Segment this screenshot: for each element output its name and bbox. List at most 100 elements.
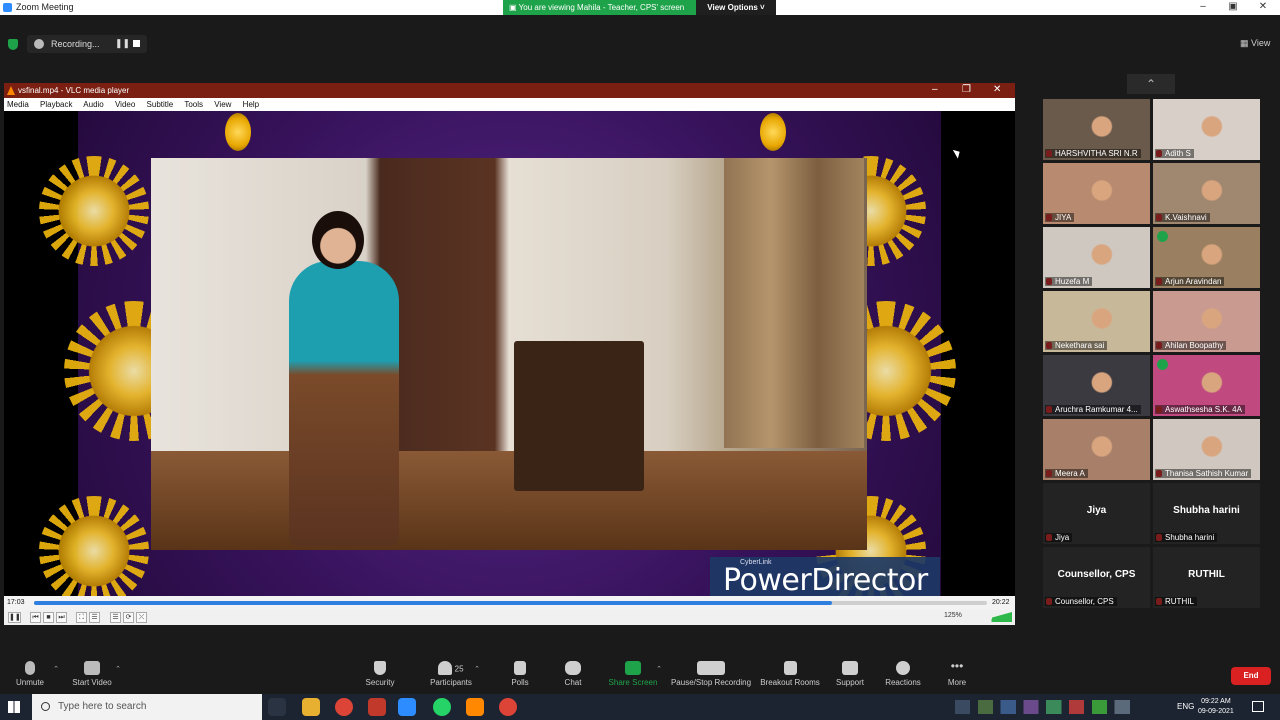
- participant-display-name: RUTHIL: [1188, 569, 1225, 580]
- participants-button[interactable]: 25 Participants ⌃: [416, 661, 486, 687]
- participant-tile[interactable]: JIYA: [1043, 163, 1150, 224]
- vlc-minimize-icon[interactable]: –: [932, 84, 938, 95]
- taskbar-search-input[interactable]: Type here to search: [32, 694, 262, 720]
- dancer-head: [312, 211, 364, 269]
- menu-tools[interactable]: Tools: [184, 100, 203, 109]
- participant-name: Nekethara sai: [1045, 341, 1108, 350]
- previous-icon[interactable]: ⏮: [30, 612, 41, 623]
- shuffle-icon[interactable]: ⤫: [136, 612, 147, 623]
- shield-icon[interactable]: [8, 39, 18, 50]
- share-screen-button[interactable]: Share Screen ⌃: [598, 661, 668, 687]
- participant-name: K.Vaishnavi: [1155, 213, 1210, 222]
- mouse-cursor-icon: [952, 147, 963, 159]
- playlist-icon[interactable]: ☰: [110, 612, 121, 623]
- fullscreen-icon[interactable]: ⛶: [76, 612, 87, 623]
- menu-playback[interactable]: Playback: [40, 100, 72, 109]
- minimize-icon[interactable]: –: [1188, 1, 1218, 12]
- vlc-window: vsfinal.mp4 - VLC media player – ❐ ✕ Med…: [4, 83, 1015, 625]
- unmute-button[interactable]: Unmute ⌃: [0, 661, 65, 687]
- participant-display-name: Shubha harini: [1173, 505, 1240, 516]
- recording-button-label: Pause/Stop Recording: [670, 678, 752, 687]
- start-video-button[interactable]: Start Video ⌃: [57, 661, 127, 687]
- participant-name: HARSHVITHA SRI N.R: [1045, 149, 1141, 158]
- watermark-text: PowerDirector: [723, 563, 928, 596]
- vlc-close-icon[interactable]: ✕: [993, 84, 1001, 95]
- participant-name: Arjun Aravindan: [1155, 277, 1225, 286]
- participant-name: Aswathsesha S.K. 4A: [1155, 405, 1245, 414]
- view-options-button[interactable]: View Options ˅: [696, 0, 776, 15]
- participant-tile[interactable]: Huzefa M: [1043, 227, 1150, 288]
- participant-tile[interactable]: Counsellor, CPS Counsellor, CPS: [1043, 547, 1150, 608]
- stop-icon[interactable]: ■: [43, 612, 54, 623]
- participant-tile[interactable]: Shubha harini Shubha harini: [1153, 483, 1260, 544]
- support-icon: [842, 661, 858, 675]
- participant-tile[interactable]: Meera A: [1043, 419, 1150, 480]
- video-area[interactable]: CyberLink PowerDirector: [4, 111, 1015, 596]
- participant-tile[interactable]: K.Vaishnavi: [1153, 163, 1260, 224]
- chevron-up-icon[interactable]: ⌃: [115, 665, 121, 673]
- participant-tile[interactable]: Ahilan Boopathy: [1153, 291, 1260, 352]
- participants-count: 25: [454, 664, 464, 674]
- end-meeting-button[interactable]: End: [1231, 667, 1271, 685]
- participant-tile[interactable]: Nekethara sai: [1043, 291, 1150, 352]
- system-tray-icons[interactable]: [955, 700, 1145, 714]
- loop-icon[interactable]: ⟳: [123, 612, 134, 623]
- volume-slider[interactable]: [976, 612, 1012, 622]
- viewing-text: You are viewing Mahila - Teacher, CPS' s…: [518, 3, 685, 12]
- stop-recording-icon[interactable]: [133, 40, 140, 47]
- close-icon[interactable]: ✕: [1248, 1, 1278, 12]
- participant-tile[interactable]: Jiya Jiya: [1043, 483, 1150, 544]
- participant-tile[interactable]: HARSHVITHA SRI N.R: [1043, 99, 1150, 160]
- windows-start-icon[interactable]: [8, 701, 20, 713]
- language-indicator[interactable]: ENG: [1177, 702, 1194, 711]
- seek-slider[interactable]: [34, 601, 987, 605]
- participant-tile[interactable]: Adith S: [1153, 99, 1260, 160]
- next-icon[interactable]: ⏭: [56, 612, 67, 623]
- vlc-restore-icon[interactable]: ❐: [962, 84, 971, 95]
- muted-mic-icon: [25, 661, 35, 675]
- menu-video[interactable]: Video: [115, 100, 135, 109]
- start-video-label: Start Video: [72, 678, 112, 687]
- participant-tile[interactable]: RUTHIL RUTHIL: [1153, 547, 1260, 608]
- search-icon: [41, 702, 50, 711]
- file-explorer-icon[interactable]: [302, 698, 320, 716]
- notification-icon[interactable]: [1252, 701, 1264, 712]
- chat-icon: [565, 661, 581, 675]
- participant-name: Meera A: [1045, 469, 1088, 478]
- participant-name: Thanisa Sathish Kumar: [1155, 469, 1252, 478]
- extended-settings-icon[interactable]: ☰: [89, 612, 100, 623]
- taskbar-clock[interactable]: 09:22 AM 09-09-2021: [1198, 697, 1234, 717]
- view-button[interactable]: ▦ View: [1240, 38, 1270, 49]
- play-pause-icon[interactable]: ❚❚: [8, 612, 21, 623]
- participant-tile[interactable]: Arjun Aravindan: [1153, 227, 1260, 288]
- security-button[interactable]: Security: [345, 661, 415, 687]
- participant-tile[interactable]: Aruchra Ramkumar 4...: [1043, 355, 1150, 416]
- zoom-taskbar-icon[interactable]: [398, 698, 416, 716]
- chevron-up-icon[interactable]: ⌃: [474, 665, 480, 673]
- chrome-icon[interactable]: [335, 698, 353, 716]
- pause-stop-recording-button[interactable]: Pause/Stop Recording: [668, 661, 754, 687]
- menu-help[interactable]: Help: [243, 100, 259, 109]
- participant-tile[interactable]: Aswathsesha S.K. 4A: [1153, 355, 1260, 416]
- breakout-rooms-label: Breakout Rooms: [760, 678, 820, 687]
- clock-time: 09:22 AM: [1201, 698, 1231, 705]
- chrome-icon[interactable]: [499, 698, 517, 716]
- pause-recording-icon[interactable]: ❚❚: [115, 38, 130, 49]
- participant-tile[interactable]: Thanisa Sathish Kumar: [1153, 419, 1260, 480]
- unmute-label: Unmute: [15, 678, 44, 687]
- app-icon[interactable]: [368, 698, 386, 716]
- vlc-taskbar-icon[interactable]: [466, 698, 484, 716]
- menu-subtitle[interactable]: Subtitle: [147, 100, 174, 109]
- menu-media[interactable]: Media: [7, 100, 29, 109]
- participant-name: Ahilan Boopathy: [1155, 341, 1227, 350]
- menu-view[interactable]: View: [214, 100, 231, 109]
- chat-label: Chat: [564, 678, 582, 687]
- menu-audio[interactable]: Audio: [83, 100, 103, 109]
- maximize-icon[interactable]: ▣: [1218, 1, 1248, 12]
- vlc-title-bar: vsfinal.mp4 - VLC media player – ❐ ✕: [4, 83, 1015, 98]
- task-view-icon[interactable]: [268, 698, 286, 716]
- share-screen-icon: [625, 661, 641, 675]
- chevron-up-icon[interactable]: ⌃: [656, 665, 662, 673]
- whatsapp-icon[interactable]: [433, 698, 451, 716]
- more-button[interactable]: ••• More: [922, 660, 992, 687]
